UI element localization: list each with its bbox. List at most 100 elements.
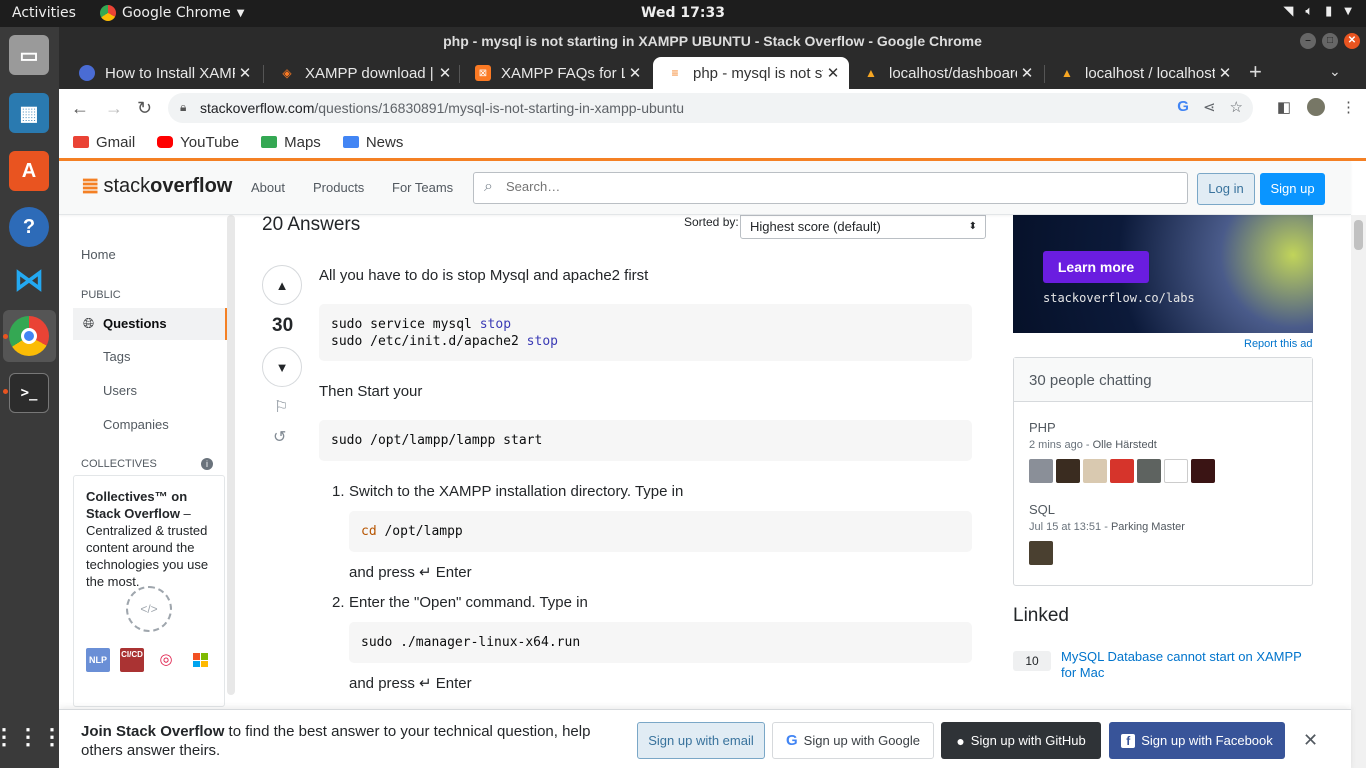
signup-google-button[interactable]: G Sign up with Google [772,722,934,759]
nav-users[interactable]: Users [103,383,137,398]
nav-tags[interactable]: Tags [103,349,130,364]
target-collective-icon[interactable]: ◎ [154,648,178,672]
avatar[interactable] [1191,459,1215,483]
avatar[interactable] [1029,459,1053,483]
signup-facebook-button[interactable]: f Sign up with Facebook [1109,722,1285,759]
chat-heading[interactable]: 30 people chatting [1014,358,1312,402]
bookmark-icon[interactable]: ⚐ [274,397,288,417]
nav-about[interactable]: About [251,180,285,195]
new-tab-button[interactable]: + [1249,59,1262,85]
side-panel-icon[interactable]: ◧ [1277,98,1291,116]
terminal-icon[interactable]: >_ [9,373,49,413]
close-icon[interactable]: ✕ [823,64,843,82]
room-user[interactable]: Parking Master [1111,521,1185,533]
page-scrollbar[interactable] [1351,215,1366,768]
room-name[interactable]: PHP [1029,420,1215,435]
search-box[interactable]: ⌕ [473,172,1188,204]
avatar[interactable] [1029,541,1053,565]
minimize-button[interactable]: – [1300,33,1316,49]
image-viewer-icon[interactable]: ▦ [9,93,49,133]
nlp-badge[interactable]: NLP [86,648,110,672]
profile-avatar[interactable] [1307,98,1325,116]
cicd-badge[interactable]: CI/CD [120,648,144,672]
bookmark-news[interactable]: News [342,134,403,151]
collectives-title[interactable]: Collectives™ on Stack Overflow [86,489,187,521]
report-ad-link[interactable]: Report this ad [1244,338,1312,350]
signup-email-button[interactable]: Sign up with email [637,722,765,759]
kebab-menu-icon[interactable]: ⋮ [1341,98,1356,116]
upvote-button[interactable]: ▲ [262,265,302,305]
nav-for-teams[interactable]: For Teams [392,180,453,195]
address-bar[interactable]: 🔒︎ stackoverflow.com/questions/16830891/… [168,93,1253,123]
maximize-button[interactable]: □ [1322,33,1338,49]
tab-search-chevron-icon[interactable]: ⌄ [1329,63,1341,80]
close-icon[interactable]: ✕ [1017,64,1037,82]
close-icon[interactable]: ✕ [235,64,255,82]
code-block-cd[interactable]: cd /opt/lampp [349,511,972,552]
close-icon[interactable]: ✕ [435,64,455,82]
reload-icon[interactable]: ↻ [137,98,152,119]
learn-more-button[interactable]: Learn more [1043,251,1149,283]
vscode-icon[interactable]: ⋈ [9,260,49,300]
avatar[interactable] [1164,459,1188,483]
sidebar-scrollbar[interactable] [227,215,235,695]
tab-4[interactable]: ▲ localhost/dashboard ✕ [849,57,1043,89]
close-icon[interactable]: ✕ [625,64,645,82]
bookmark-gmail[interactable]: Gmail [73,134,135,151]
software-center-icon[interactable]: A [9,151,49,191]
code-line: sudo service mysql [331,317,480,332]
lock-icon[interactable]: 🔒︎ [180,100,186,115]
log-in-button[interactable]: Log in [1197,173,1255,205]
downvote-button[interactable]: ▼ [262,347,302,387]
avatar[interactable] [1137,459,1161,483]
bookmark-star-icon[interactable]: ☆ [1230,98,1243,116]
clock[interactable]: Wed 17:33 [0,5,1366,21]
close-icon[interactable]: ✕ [1303,730,1318,751]
tab-3-active[interactable]: ≡ php - mysql is not st ✕ [653,57,849,89]
code-block-start[interactable]: sudo /opt/lampp/lampp start [319,420,972,461]
avatar[interactable] [1083,459,1107,483]
signup-github-button[interactable]: ● Sign up with GitHub [941,722,1101,759]
linked-question-link[interactable]: MySQL Database cannot start on XAMPP for… [1061,649,1316,681]
nav-home[interactable]: Home [81,247,116,262]
room-user[interactable]: Olle Härstedt [1093,439,1157,451]
forward-arrow-icon[interactable]: → [105,98,123,119]
scrollbar-thumb[interactable] [1354,220,1363,250]
room-name[interactable]: SQL [1029,502,1185,517]
tab-0[interactable]: How to Install XAMPP ✕ [65,57,261,89]
chrome-dock-icon[interactable] [9,316,49,356]
avatar[interactable] [1110,459,1134,483]
tab-1[interactable]: ◈ XAMPP download | ✕ [265,57,461,89]
sort-select[interactable]: Highest score (default) ⬍ [740,215,986,239]
chat-room-php[interactable]: PHP 2 mins ago - Olle Härstedt [1029,420,1215,483]
share-icon[interactable]: ⋖ [1203,98,1216,116]
nav-companies[interactable]: Companies [103,417,169,432]
nav-products[interactable]: Products [313,180,364,195]
code-block-stop[interactable]: sudo service mysql stop sudo /etc/init.d… [319,304,972,361]
close-window-button[interactable]: ✕ [1344,33,1360,49]
close-icon[interactable]: ✕ [1215,64,1235,82]
code-block-manager[interactable]: sudo ./manager-linux-x64.run [349,622,972,663]
file-manager-icon[interactable]: ▭ [9,35,49,75]
help-icon[interactable]: ? [9,207,49,247]
info-icon[interactable]: i [201,458,213,470]
search-input[interactable] [506,179,1166,194]
google-lens-icon[interactable]: G [1177,98,1189,116]
nav-questions[interactable]: Questions [103,316,167,331]
tab-2[interactable]: ⊠ XAMPP FAQs for Li ✕ [461,57,651,89]
bookmark-youtube[interactable]: YouTube [157,134,239,151]
sign-up-button[interactable]: Sign up [1260,173,1325,205]
bookmark-maps[interactable]: Maps [261,134,321,151]
linked-heading: Linked [1013,605,1069,626]
avatar[interactable] [1056,459,1080,483]
tab-5[interactable]: ▲ localhost / localhost ✕ [1045,57,1241,89]
system-tray[interactable]: ◥ 🔈︎ ▮ ▼ [1283,4,1352,19]
back-arrow-icon[interactable]: ← [71,98,89,119]
microsoft-collective-icon[interactable] [188,648,212,672]
labs-ad[interactable]: Learn more stackoverflow.co/labs [1013,215,1313,333]
url-text[interactable]: stackoverflow.com/questions/16830891/mys… [200,100,684,116]
history-icon[interactable]: ↺ [273,427,286,447]
chat-room-sql[interactable]: SQL Jul 15 at 13:51 - Parking Master [1029,502,1185,565]
so-logo[interactable]: ≣ stack overflow [81,173,232,199]
show-apps-icon[interactable]: ⋮⋮⋮ [0,717,63,757]
